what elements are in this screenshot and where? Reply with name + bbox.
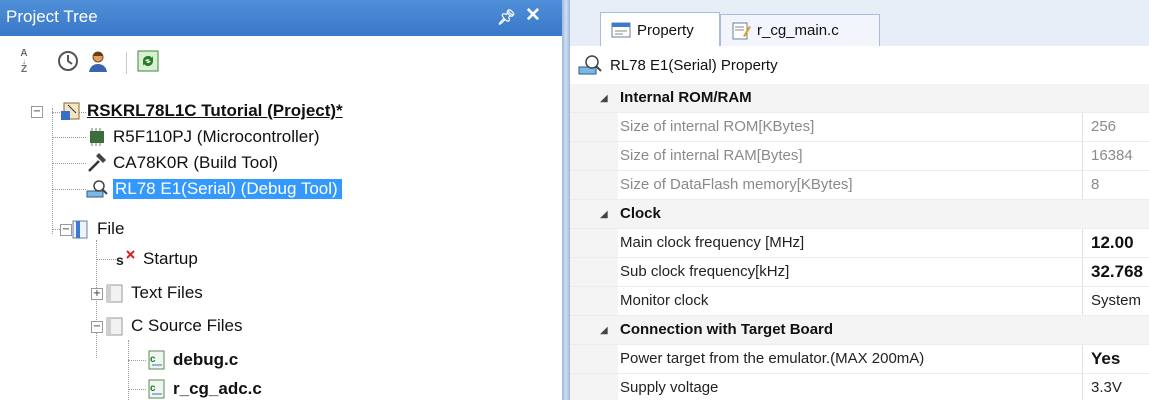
- tab-strip: Property r_cg_main.c: [570, 0, 1149, 47]
- property-title: RL78 E1(Serial) Property: [610, 56, 778, 74]
- property-value[interactable]: 12.00: [1082, 229, 1149, 257]
- microcontroller-label: R5F110PJ (Microcontroller): [113, 127, 320, 146]
- tree-node-text-files[interactable]: Text Files: [104, 280, 203, 306]
- startup-error-icon: s: [116, 250, 135, 268]
- tree-node-debug-tool[interactable]: RL78 E1(Serial) (Debug Tool): [86, 176, 342, 202]
- property-value: 256: [1082, 113, 1149, 141]
- collapse-triangle-icon[interactable]: ◢: [600, 93, 608, 104]
- property-name: Size of DataFlash memory[KBytes]: [620, 176, 853, 193]
- history-icon[interactable]: [56, 49, 80, 73]
- text-files-label: Text Files: [131, 283, 203, 302]
- folder-icon: [106, 317, 123, 336]
- property-title-row: RL78 E1(Serial) Property: [570, 46, 1149, 85]
- project-tree: − RSKRL78L1C Tutorial (Project)* R5F110P…: [0, 86, 562, 400]
- tree-node-r-cg-adc-c[interactable]: c r_cg_adc.c: [146, 376, 262, 400]
- property-name: Power target from the emulator.(MAX 200m…: [620, 350, 925, 367]
- property-value[interactable]: Yes: [1082, 345, 1149, 373]
- debug-tool-label: RL78 E1(Serial) (Debug Tool): [113, 179, 342, 199]
- expand-text-files-toggle[interactable]: +: [91, 288, 103, 300]
- toolbar-separator: [126, 52, 127, 74]
- category-label: Connection with Target Board: [620, 321, 834, 338]
- c-source-files-label: C Source Files: [131, 316, 243, 335]
- editor-file-icon: [732, 22, 751, 39]
- property-name: Main clock frequency [MHz]: [620, 234, 805, 251]
- category-label: Internal ROM/RAM: [620, 89, 752, 106]
- tree-node-file[interactable]: File: [70, 216, 124, 242]
- tab-r-cg-main-c-label: r_cg_main.c: [757, 22, 839, 39]
- property-name: Size of internal RAM[Bytes]: [620, 147, 803, 164]
- category-internal-rom-ram[interactable]: ◢ Internal ROM/RAM: [570, 84, 1149, 113]
- tree-node-microcontroller[interactable]: R5F110PJ (Microcontroller): [86, 124, 320, 150]
- tab-property[interactable]: Property: [600, 12, 720, 47]
- property-value: 8: [1082, 171, 1149, 199]
- collapse-triangle-icon[interactable]: ◢: [600, 209, 608, 220]
- tree-node-debug-c[interactable]: c debug.c: [146, 347, 238, 373]
- category-connection[interactable]: ◢ Connection with Target Board: [570, 316, 1149, 345]
- c-file-icon: c: [148, 379, 165, 399]
- property-name: Monitor clock: [620, 292, 709, 309]
- project-label: RSKRL78L1C Tutorial (Project)*: [87, 101, 343, 120]
- svg-text:s: s: [116, 252, 124, 268]
- category-clock[interactable]: ◢ Clock: [570, 200, 1149, 229]
- property-value[interactable]: System: [1082, 287, 1149, 315]
- debug-tool-icon: [86, 180, 108, 198]
- tab-property-label: Property: [637, 21, 694, 39]
- build-tool-label: CA78K0R (Build Tool): [113, 153, 279, 172]
- collapse-c-source-toggle[interactable]: −: [91, 321, 103, 333]
- tree-node-project[interactable]: RSKRL78L1C Tutorial (Project)*: [60, 98, 343, 124]
- tree-node-build-tool[interactable]: CA78K0R (Build Tool): [86, 150, 278, 176]
- r-cg-adc-c-label: r_cg_adc.c: [173, 379, 262, 398]
- svg-text:c: c: [150, 383, 156, 394]
- startup-label: Startup: [143, 249, 198, 268]
- property-icon: [611, 22, 631, 38]
- property-name: Supply voltage: [620, 379, 719, 396]
- category-label: Clock: [620, 205, 661, 222]
- tree-node-c-source-files[interactable]: C Source Files: [104, 313, 242, 339]
- project-tree-title-bar: Project Tree 📌︎ ✕: [0, 0, 562, 36]
- property-row[interactable]: Size of DataFlash memory[KBytes] 8: [570, 171, 1149, 200]
- hammer-icon: [88, 153, 106, 172]
- property-row[interactable]: Monitor clock System: [570, 287, 1149, 316]
- c-file-icon: c: [148, 350, 165, 370]
- tree-toolbar: A ↓ Z: [0, 36, 562, 86]
- collapse-triangle-icon[interactable]: ◢: [600, 325, 608, 336]
- close-icon[interactable]: ✕: [525, 4, 541, 27]
- property-panel: Property r_cg_main.c RL78 E1(Serial) Pro…: [570, 0, 1149, 400]
- refresh-icon[interactable]: [136, 49, 160, 73]
- project-icon: [61, 102, 80, 120]
- panel-splitter[interactable]: [562, 0, 570, 400]
- property-row[interactable]: Size of internal RAM[Bytes] 16384: [570, 142, 1149, 171]
- tree-node-startup[interactable]: s Startup: [116, 246, 198, 272]
- pin-icon[interactable]: 📌︎: [497, 8, 516, 26]
- property-row[interactable]: Supply voltage 3.3V: [570, 374, 1149, 400]
- property-name: Sub clock frequency[kHz]: [620, 263, 790, 280]
- file-folder-icon: [72, 220, 88, 239]
- collapse-project-toggle[interactable]: −: [31, 106, 43, 118]
- property-row[interactable]: Power target from the emulator.(MAX 200m…: [570, 345, 1149, 374]
- panel-title: Project Tree: [6, 7, 98, 26]
- file-label: File: [97, 219, 125, 238]
- user-icon[interactable]: [86, 49, 110, 73]
- property-value[interactable]: 3.3V: [1082, 374, 1149, 400]
- property-row[interactable]: Sub clock frequency[kHz] 32.768: [570, 258, 1149, 287]
- property-value: 16384: [1082, 142, 1149, 170]
- project-tree-panel: Project Tree 📌︎ ✕ A ↓ Z − RSKRL78L1C Tut…: [0, 0, 562, 400]
- property-row[interactable]: Main clock frequency [MHz] 12.00: [570, 229, 1149, 258]
- property-name: Size of internal ROM[KBytes]: [620, 118, 815, 135]
- chip-icon: [90, 128, 104, 146]
- sort-az-icon[interactable]: A ↓ Z: [12, 49, 36, 75]
- debug-tool-icon: [578, 55, 602, 75]
- debug-c-label: debug.c: [173, 350, 239, 369]
- svg-text:c: c: [150, 354, 156, 365]
- folder-icon: [106, 284, 123, 303]
- property-row[interactable]: Size of internal ROM[KBytes] 256: [570, 113, 1149, 142]
- property-value[interactable]: 32.768: [1082, 258, 1149, 286]
- tab-r-cg-main-c[interactable]: r_cg_main.c: [720, 14, 880, 46]
